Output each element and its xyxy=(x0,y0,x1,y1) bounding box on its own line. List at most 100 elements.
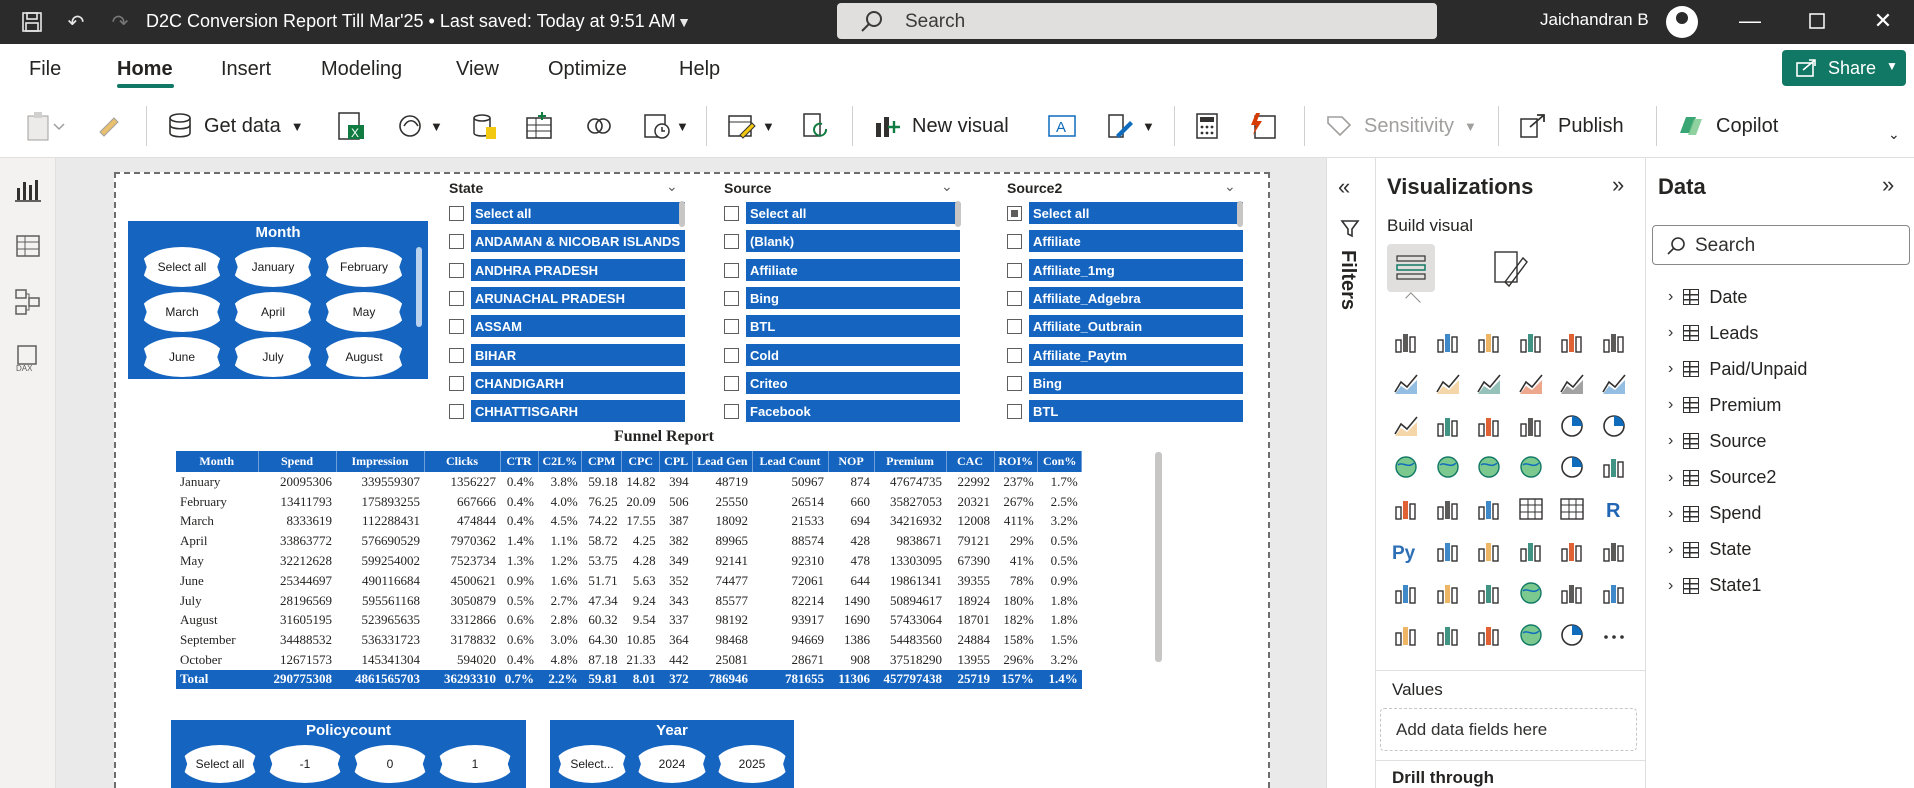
column-header[interactable]: Lead Count xyxy=(752,451,829,472)
report-view-icon[interactable] xyxy=(14,176,42,204)
state-slicer-item[interactable]: CHANDIGARH xyxy=(449,371,687,394)
column-header[interactable]: Month xyxy=(176,451,259,472)
refresh-schedule-button[interactable]: ▼ xyxy=(642,108,689,144)
source2-slicer-item[interactable]: Affiliate_Outbrain xyxy=(1007,315,1245,338)
state-slicer-chevron-icon[interactable]: ⌄ xyxy=(666,178,678,195)
month-option[interactable]: August xyxy=(322,337,406,377)
month-option[interactable]: March xyxy=(140,292,224,332)
line-clustered-column-chart-icon[interactable] xyxy=(1558,370,1586,398)
checkbox[interactable] xyxy=(1007,206,1022,221)
state-slicer-scrollbar[interactable] xyxy=(679,201,685,227)
state-slicer-item[interactable]: ASSAM xyxy=(449,315,687,338)
data-field-table[interactable]: › State xyxy=(1668,535,1751,565)
checkbox[interactable] xyxy=(1007,234,1022,250)
data-field-table[interactable]: › Date xyxy=(1668,282,1747,312)
month-option[interactable]: June xyxy=(140,337,224,377)
chevron-right-icon[interactable]: › xyxy=(1668,432,1673,450)
checkbox[interactable] xyxy=(449,404,464,420)
new-visual-button[interactable]: New visual xyxy=(872,108,1009,144)
checkbox[interactable] xyxy=(449,375,464,391)
more-visuals-button[interactable]: ▼ xyxy=(1106,108,1155,144)
stacked-column-chart-icon[interactable] xyxy=(1434,328,1462,356)
source-slicer-item[interactable]: Cold xyxy=(724,343,962,366)
100-stacked-bar-chart-icon[interactable] xyxy=(1558,328,1586,356)
matrix-icon[interactable] xyxy=(1558,495,1586,523)
checkbox[interactable] xyxy=(1007,319,1022,335)
source2-slicer-item[interactable]: Bing xyxy=(1007,371,1245,394)
funnel-table-scrollbar[interactable] xyxy=(1155,452,1162,662)
refresh-button[interactable] xyxy=(800,108,830,144)
clustered-column-chart-icon[interactable] xyxy=(1517,328,1545,356)
source-slicer-item[interactable]: Facebook xyxy=(724,400,962,423)
gauge-icon[interactable] xyxy=(1558,453,1586,481)
python-visual-icon[interactable]: Py xyxy=(1392,537,1420,565)
checkbox[interactable] xyxy=(1007,347,1022,363)
menu-insert[interactable]: Insert xyxy=(221,58,271,81)
treemap-icon[interactable] xyxy=(1392,453,1420,481)
checkbox[interactable] xyxy=(449,206,464,221)
collapse-filters-icon[interactable]: « xyxy=(1338,174,1350,200)
source-slicer-item[interactable]: Select all xyxy=(724,202,962,224)
data-field-table[interactable]: › State1 xyxy=(1668,571,1761,601)
model-view-icon[interactable] xyxy=(14,288,42,316)
waterfall-chart-icon[interactable] xyxy=(1434,412,1462,440)
new-measure-button[interactable] xyxy=(1192,108,1222,144)
checkbox[interactable] xyxy=(724,206,739,221)
arcgis-map-icon[interactable] xyxy=(1517,579,1545,607)
funnel-report-table[interactable]: Month Spend Impression Clicks CTR C2L% CPM CPC C… xyxy=(176,451,1083,689)
source-slicer-chevron-icon[interactable]: ⌄ xyxy=(941,178,953,195)
power-automate-icon[interactable] xyxy=(1475,579,1503,607)
paginated-report-icon[interactable] xyxy=(1392,579,1420,607)
source-slicer-item[interactable]: Bing xyxy=(724,286,962,309)
month-option[interactable]: Select all xyxy=(140,247,224,287)
source2-slicer-chevron-icon[interactable]: ⌄ xyxy=(1224,178,1236,195)
checkbox[interactable] xyxy=(449,290,464,306)
source-slicer-scrollbar[interactable] xyxy=(955,201,961,227)
checkbox[interactable] xyxy=(724,262,739,278)
chevron-right-icon[interactable]: › xyxy=(1668,324,1673,342)
minimize-icon[interactable]: — xyxy=(1730,6,1770,36)
column-header[interactable]: Impression xyxy=(336,451,425,472)
build-visual-tab[interactable] xyxy=(1387,244,1435,292)
state-slicer-item[interactable]: ARUNACHAL PRADESH xyxy=(449,286,687,309)
dataverse-button[interactable]: ▼ xyxy=(396,108,443,144)
source-slicer-item[interactable]: Affiliate xyxy=(724,258,962,281)
values-well[interactable]: Add data fields here xyxy=(1380,708,1637,751)
month-option[interactable]: May xyxy=(322,292,406,332)
state-slicer-item[interactable]: Select all xyxy=(449,202,687,224)
donut-chart-icon[interactable] xyxy=(1600,412,1628,440)
key-influencers-icon[interactable] xyxy=(1434,537,1462,565)
copilot-button[interactable]: Copilot xyxy=(1674,108,1778,144)
card-icon[interactable] xyxy=(1600,453,1628,481)
menu-help[interactable]: Help xyxy=(679,58,720,81)
quick-measure-button[interactable] xyxy=(1248,108,1278,144)
year-option[interactable]: 2025 xyxy=(715,745,789,783)
decomposition-tree-icon[interactable] xyxy=(1475,537,1503,565)
format-painter-button[interactable] xyxy=(96,108,122,144)
100-stacked-column-chart-icon[interactable] xyxy=(1600,328,1628,356)
chevron-right-icon[interactable]: › xyxy=(1668,541,1673,559)
source-slicer-item[interactable]: Criteo xyxy=(724,371,962,394)
month-slicer-scrollbar[interactable] xyxy=(416,247,422,327)
column-header[interactable]: Spend xyxy=(258,451,337,472)
chevron-right-icon[interactable]: › xyxy=(1668,577,1673,595)
multi-row-card-icon[interactable] xyxy=(1392,495,1420,523)
checkbox[interactable] xyxy=(724,319,739,335)
line-chart-icon[interactable] xyxy=(1392,370,1420,398)
save-icon[interactable] xyxy=(18,8,46,36)
column-header[interactable]: Lead Gen xyxy=(692,451,753,472)
checkbox[interactable] xyxy=(1007,404,1022,420)
column-header[interactable]: Premium xyxy=(874,451,947,472)
state-slicer-item[interactable]: ANDHRA PRADESH xyxy=(449,258,687,281)
column-header[interactable]: CAC xyxy=(946,451,995,472)
checkbox[interactable] xyxy=(1007,262,1022,278)
checkbox[interactable] xyxy=(449,262,464,278)
checkbox[interactable] xyxy=(724,290,739,306)
more-visuals-icon[interactable] xyxy=(1600,621,1628,649)
column-header[interactable]: Clicks xyxy=(424,451,501,472)
collapse-visualizations-icon[interactable]: » xyxy=(1612,172,1624,198)
share-button[interactable]: Share ▼ xyxy=(1782,50,1906,86)
recent-sources-button[interactable] xyxy=(584,108,614,144)
source2-slicer-item[interactable]: Affiliate xyxy=(1007,230,1245,253)
transform-data-button[interactable]: ▼ xyxy=(726,108,775,144)
